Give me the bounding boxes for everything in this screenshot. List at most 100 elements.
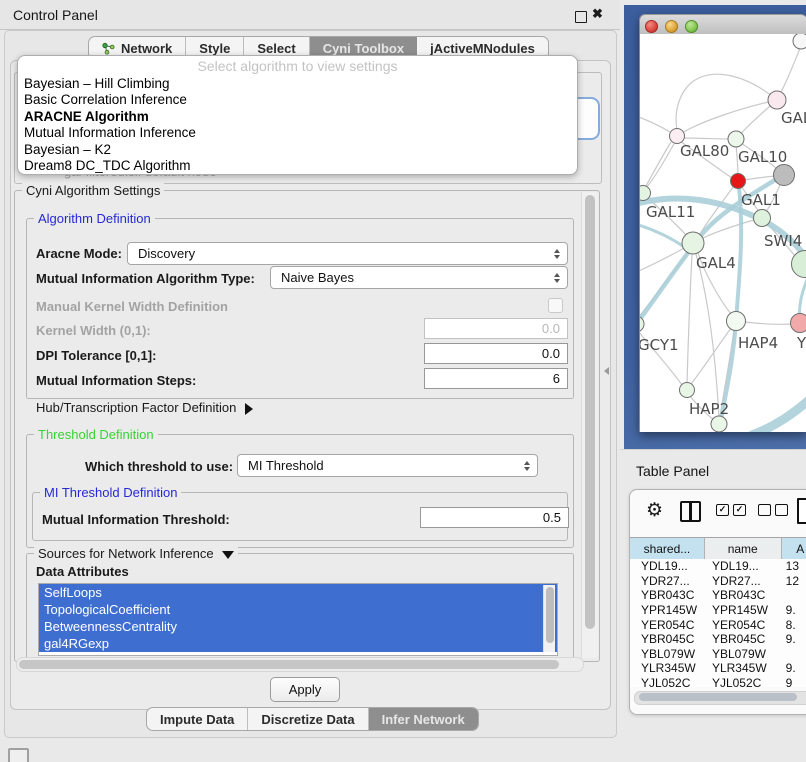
node-gal1[interactable] (731, 174, 746, 189)
network-edge[interactable] (646, 142, 675, 188)
apply-button[interactable]: Apply (270, 677, 340, 702)
node-hap4[interactable] (727, 312, 746, 331)
network-edge[interactable] (646, 142, 671, 186)
table-row-ybl079w[interactable]: YBL079WYBL079W (630, 647, 806, 662)
network-edge-highlighted[interactable] (640, 222, 686, 248)
cell: YLR345W (630, 661, 705, 675)
node-hap2[interactable] (680, 383, 695, 398)
mi-steps-field[interactable]: 6 (424, 368, 568, 389)
close-traffic-light-icon[interactable] (645, 20, 658, 33)
node-unlabeled[interactable] (793, 34, 806, 49)
split-columns-icon[interactable] (680, 501, 701, 522)
node-y[interactable] (791, 314, 806, 333)
network-canvas[interactable]: GALGAL80GAL10GAL1GAL11SWI4GAL4HAP4YGCY1H… (640, 34, 806, 432)
table-row-ybr045c[interactable]: YBR045CYBR045C9. (630, 632, 806, 647)
float-window-icon[interactable] (575, 11, 587, 23)
table-row-ylr345w[interactable]: YLR345WYLR345W9. (630, 661, 806, 676)
network-edge[interactable] (744, 176, 775, 180)
tab-infer-network[interactable]: Infer Network (369, 708, 478, 730)
network-edge[interactable] (745, 322, 791, 324)
network-edge[interactable] (687, 254, 692, 384)
network-edge[interactable] (682, 100, 777, 133)
node-label-hap2: HAP2 (689, 400, 729, 418)
collapse-arrow-icon[interactable] (222, 551, 234, 559)
hub-transcription-factor-section[interactable]: Hub/Transcription Factor Definition (36, 400, 253, 415)
dpi-tolerance-field[interactable]: 0.0 (424, 343, 568, 364)
attribute-item-topologicalcoefficient[interactable]: TopologicalCoefficient (39, 601, 557, 618)
tab-impute-data[interactable]: Impute Data (147, 708, 248, 730)
column-header-name[interactable]: name (705, 538, 782, 559)
panel-divider-arrow-icon[interactable] (604, 367, 609, 375)
network-window-titlebar[interactable] (640, 15, 806, 35)
cell: 8. (782, 618, 806, 632)
deselect-all-checkbox-icon[interactable] (758, 504, 771, 516)
node-swi4[interactable] (754, 210, 771, 227)
network-edge[interactable] (696, 254, 719, 417)
node-gcy1[interactable] (640, 316, 644, 332)
kernel-width-field[interactable]: 0.0 (424, 318, 568, 339)
table-row-yjl052c[interactable]: YJL052CYJL052C9 (630, 676, 806, 687)
settings-vertical-scrollbar[interactable] (581, 192, 598, 658)
node-gal[interactable] (768, 91, 786, 109)
dropdown-item-bayesian-hill-climbing[interactable]: Bayesian – Hill Climbing (18, 75, 577, 92)
stepper-icon (524, 461, 530, 471)
scrollbar-thumb[interactable] (546, 587, 554, 643)
which-threshold-combo[interactable]: MI Threshold (237, 454, 538, 477)
scrollbar-thumb[interactable] (639, 693, 797, 701)
algorithm-dropdown-popup: Select algorithm to view settings Bayesi… (17, 55, 578, 175)
tab-label: Discretize Data (261, 712, 354, 727)
mi-type-combo[interactable]: Naive Bayes (270, 266, 568, 289)
zoom-traffic-light-icon[interactable] (685, 20, 698, 33)
node-gal4[interactable] (682, 232, 704, 254)
cell: YER054C (630, 618, 705, 632)
attribute-item-betweennesscentrality[interactable]: BetweennessCentrality (39, 618, 557, 635)
dropdown-item-dream8-dc-tdc-algorithm[interactable]: Dream8 DC_TDC Algorithm (18, 158, 577, 175)
cell: YBR043C (705, 588, 782, 602)
network-edge[interactable] (640, 114, 670, 132)
aracne-mode-combo[interactable]: Discovery (127, 242, 568, 265)
manual-kernel-checkbox[interactable] (548, 298, 563, 313)
table-row-yer054c[interactable]: YER054CYER054C8. (630, 617, 806, 632)
column-header-a[interactable]: A (782, 538, 806, 559)
export-table-icon[interactable] (797, 498, 806, 524)
minimize-traffic-light-icon[interactable] (665, 20, 678, 33)
column-header-shared[interactable]: shared... (630, 538, 705, 559)
network-edge[interactable] (676, 74, 777, 129)
settings-horizontal-scrollbar[interactable] (16, 657, 584, 672)
dropdown-item-mutual-information-inference[interactable]: Mutual Information Inference (18, 125, 577, 142)
table-row-ydr27[interactable]: YDR27...YDR27...12 (630, 574, 806, 589)
select-all-checkbox-icon[interactable]: ✓ (716, 504, 729, 516)
scrollbar-thumb[interactable] (19, 660, 559, 669)
attribute-item-gal4rgexp[interactable]: gal4RGexp (39, 635, 557, 652)
node-label-swi4: SWI4 (764, 232, 802, 250)
tab-discretize-data[interactable]: Discretize Data (248, 708, 368, 730)
attribute-list-scrollbar[interactable] (543, 585, 555, 652)
node-unlabeled[interactable] (711, 416, 727, 432)
expand-arrow-icon[interactable] (245, 403, 253, 415)
network-combo-fragment[interactable] (575, 97, 600, 140)
node-gal11[interactable] (640, 186, 651, 201)
table-row-ybr043c[interactable]: YBR043CYBR043C (630, 588, 806, 603)
network-edge[interactable] (682, 138, 730, 139)
dropdown-item-aracne-algorithm[interactable]: ARACNE Algorithm (18, 108, 577, 125)
attribute-item-selfloops[interactable]: SelfLoops (39, 584, 557, 601)
docked-panel-icon[interactable] (8, 748, 29, 762)
dropdown-item-basic-correlation-inference[interactable]: Basic Correlation Inference (18, 92, 577, 109)
select-all-checkbox-icon[interactable]: ✓ (733, 504, 746, 516)
scrollbar-thumb[interactable] (585, 195, 595, 629)
data-attributes-list[interactable]: SelfLoopsTopologicalCoefficientBetweenne… (38, 583, 558, 656)
close-icon[interactable]: ✖ (592, 6, 603, 22)
node-gal10[interactable] (728, 131, 744, 147)
table-row-ydl19[interactable]: YDL19...YDL19...13 (630, 559, 806, 574)
node-unlabeled[interactable] (774, 165, 795, 186)
network-edge[interactable] (691, 328, 731, 384)
dropdown-item-bayesian-k2[interactable]: Bayesian – K2 (18, 141, 577, 158)
table-row-ypr145w[interactable]: YPR145WYPR145W9. (630, 603, 806, 618)
table-horizontal-scrollbar[interactable] (634, 691, 806, 705)
mi-threshold-field[interactable]: 0.5 (420, 507, 569, 528)
gear-icon[interactable]: ⚙ (646, 499, 663, 522)
sources-group-title[interactable]: Sources for Network Inference (34, 546, 238, 561)
network-edge-highlighted[interactable] (752, 392, 806, 432)
network-edge-highlighted[interactable] (720, 187, 741, 425)
deselect-all-checkbox-icon[interactable] (775, 504, 788, 516)
